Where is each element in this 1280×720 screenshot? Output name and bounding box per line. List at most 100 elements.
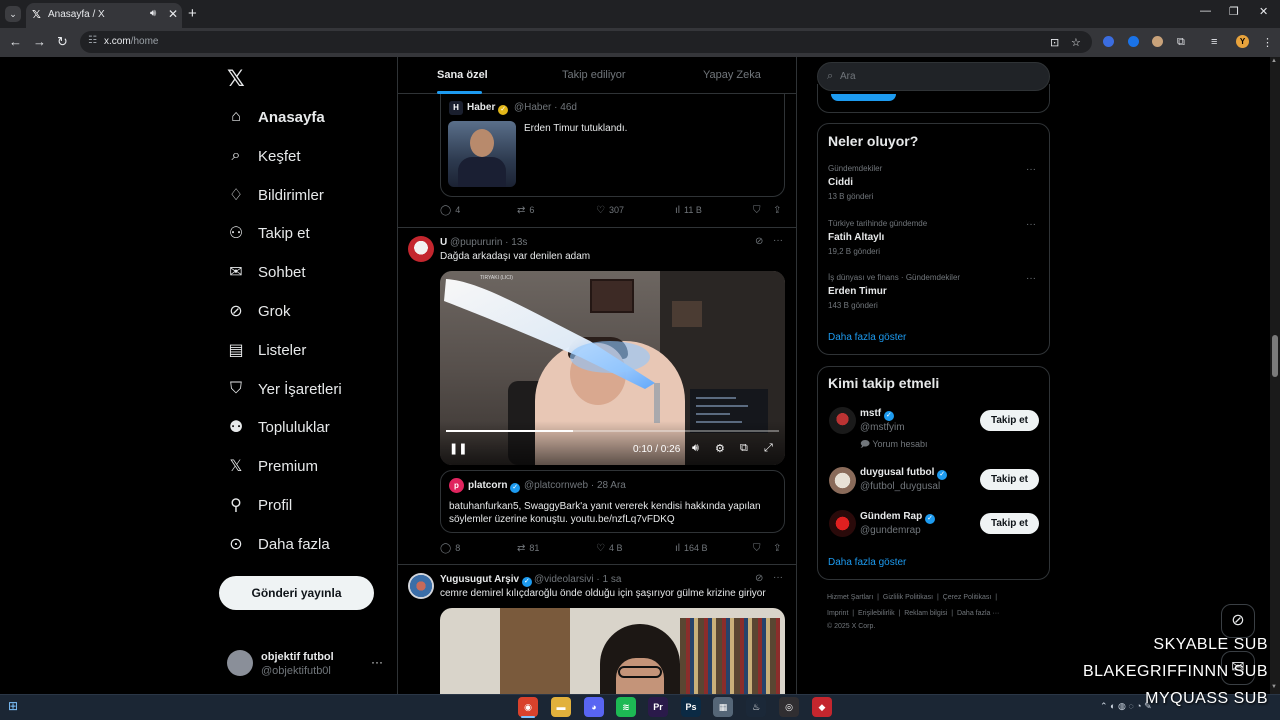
sidebar-item-search[interactable]: ⌕ Keşfet [226,141,301,171]
footer-link[interactable]: Erişilebilirlik [858,610,895,617]
footer-link[interactable]: Gizlilik Politikası [883,594,933,601]
trend-title[interactable]: Erden Timur [828,286,887,297]
browser-menu-icon[interactable]: ⋮ [1262,36,1273,49]
subscribe-button[interactable] [831,94,896,101]
sidebar-item-mail[interactable]: ✉ Sohbet [226,257,305,287]
taskbar-steam-icon[interactable]: ♨ [746,697,766,717]
post-avatar[interactable] [408,236,434,262]
reload-icon[interactable]: ↻ [57,34,68,50]
fullscreen-icon[interactable]: ⤢ [764,442,773,455]
x-logo[interactable]: 𝕏 [227,66,245,92]
sidebar-item-more-circle[interactable]: ⊙ Daha fazla [226,529,329,559]
trend-more-icon[interactable]: ··· [1026,219,1036,230]
follow-avatar[interactable] [829,510,856,537]
grok-float-button[interactable]: ⊘ [1221,604,1255,638]
scrollbar-thumb[interactable] [1272,335,1278,377]
taskbar-premiere-icon[interactable]: Pr [648,697,668,717]
footer-link[interactable]: Daha fazla ··· [957,610,999,617]
sidebar-item-list[interactable]: ▤ Listeler [226,335,306,365]
bookmark-star-icon[interactable]: ☆ [1071,36,1081,49]
trend-title[interactable]: Fatih Altaylı [828,232,884,243]
quote-author-name[interactable]: platcorn ✓ [468,480,521,493]
forward-icon[interactable]: → [33,34,46,49]
repost-button[interactable]: ⇄ 81 [517,543,539,554]
media-control-icon[interactable]: ≡ [1211,36,1217,48]
sidebar-item-bell[interactable]: ♢ Bildirimler [226,180,324,210]
trend-category[interactable]: İş dünyası ve finans · Gündemdekiler [828,273,960,282]
footer-link[interactable]: Imprint [827,610,848,617]
account-avatar[interactable] [227,650,253,676]
account-name[interactable]: objektif futbol [261,651,334,663]
taskbar-discord-icon[interactable]: ◕ [584,697,604,717]
address-bar[interactable]: ☷ x.com/home [80,31,1092,53]
search-input[interactable]: ⌕ Ara [817,62,1050,91]
trend-more-icon[interactable]: ··· [1026,273,1036,284]
footer-link[interactable]: Çerez Politikası [943,594,992,601]
taskbar-chrome-icon[interactable]: ◉ [518,697,538,717]
footer-link[interactable]: Hizmet Şartları [827,594,873,601]
browser-tab[interactable]: 𝕏 Anasayfa / X 🔊︎ ✕ [26,3,182,28]
like-button[interactable]: ♡ 307 [596,205,624,216]
post-author-handle[interactable]: @pupururin · 13s [450,237,527,248]
post-button[interactable]: Gönderi yayınla [219,576,374,610]
restore-button[interactable]: ❐ [1229,5,1239,18]
account-handle[interactable]: @objektifutb0l [261,665,331,677]
post-more-icon[interactable]: ··· [773,572,783,583]
follow-name[interactable]: mstf ✓ [860,408,894,421]
reply-button[interactable]: ◯ 4 [440,205,460,216]
follow-handle[interactable]: @gundemrap [860,525,921,536]
taskbar-app-icon[interactable]: ▦ [713,697,733,717]
scroll-down-icon[interactable]: ▼ [1271,684,1277,690]
windows-start-icon[interactable]: ⊞ [8,699,18,713]
minimize-button[interactable]: — [1200,5,1211,17]
repost-button[interactable]: ⇄ 6 [517,205,534,216]
share-button[interactable]: ⇪ [773,543,785,554]
pause-icon[interactable]: ❚❚ [449,442,467,455]
taskbar-obs-icon[interactable]: ◎ [779,697,799,717]
quote-avatar[interactable]: p [449,478,464,493]
video-player[interactable]: TIRYAKI (LICI) ❚❚ 0:10 / 0:26 🔊︎ ⚙ ⧉ ⤢ [440,271,785,465]
account-more-icon[interactable]: ··· [371,655,383,669]
sidebar-item-profile[interactable]: ⚲ Profil [226,490,292,520]
quote-thumbnail[interactable] [448,121,516,187]
post-video[interactable] [440,608,785,698]
tab-search-button[interactable]: ⌄ [5,6,21,22]
taskbar-explorer-icon[interactable]: ▬ [551,697,571,717]
views-button[interactable]: ıl 164 B [675,543,708,554]
site-info-icon[interactable]: ☷ [88,35,97,46]
quote-avatar[interactable]: H [449,101,463,115]
back-icon[interactable]: ← [9,34,22,49]
extensions-puzzle-icon[interactable]: ⧉ [1177,36,1185,49]
pip-icon[interactable]: ⧉ [740,442,748,455]
sidebar-item-bookmark[interactable]: ⛉ Yer İşaretleri [226,374,342,404]
taskbar-photoshop-icon[interactable]: Ps [681,697,701,717]
tab-following[interactable]: Takip ediliyor [562,69,626,81]
follow-avatar[interactable] [829,407,856,434]
tab-audio-icon[interactable]: 🔊︎ [150,8,156,19]
post-author-handle[interactable]: @videolarsivi · 1 sa [534,574,621,585]
share-button[interactable]: ⇪ [773,205,785,216]
trends-show-more[interactable]: Daha fazla göster [828,332,906,343]
bookmark-button[interactable]: ⛉ [753,205,765,216]
grok-explain-icon[interactable]: ⊘ [755,573,763,584]
follow-name[interactable]: duygusal futbol ✓ [860,467,948,480]
like-button[interactable]: ♡ 4 B [596,543,622,554]
sidebar-item-grok[interactable]: ⊘ Grok [226,296,290,326]
reply-button[interactable]: ◯ 8 [440,543,460,554]
install-app-icon[interactable]: ⊡ [1050,36,1059,49]
scroll-up-icon[interactable]: ▲ [1271,58,1277,64]
post-more-icon[interactable]: ··· [773,235,783,246]
trend-title[interactable]: Ciddi [828,177,853,188]
follow-button[interactable]: Takip et [980,513,1039,534]
quote-author-name[interactable]: Haber ✓ [467,102,509,115]
taskbar-spotify-icon[interactable]: ≋ [616,697,636,717]
post-author-name[interactable]: U [440,237,447,248]
settings-gear-icon[interactable]: ⚙ [715,442,725,455]
profile-avatar[interactable]: Y [1236,35,1249,48]
follow-handle[interactable]: @mstfyim [860,422,905,433]
video-seek-progress[interactable] [446,430,573,432]
tab-for-you[interactable]: Sana özel [437,69,488,81]
volume-icon[interactable]: 🔊︎ [692,442,699,455]
follow-handle[interactable]: @futbol_duygusal [860,481,940,492]
footer-link[interactable]: Reklam bilgisi [904,610,947,617]
